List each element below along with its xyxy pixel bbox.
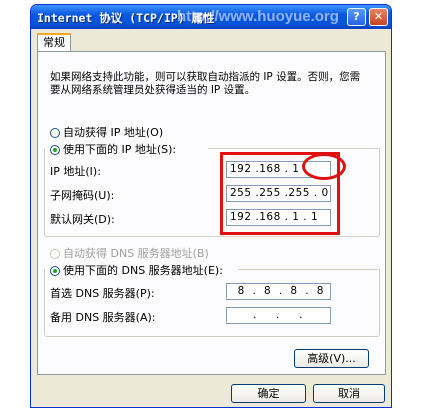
tcpip-properties-dialog: Internet 协议 (TCP/IP) 属性 http://www.huoyu…: [30, 4, 392, 408]
radio-ip-manual-label: 使用下面的 IP 地址(S):: [63, 143, 177, 156]
radio-dns-manual-label: 使用下面的 DNS 服务器地址(E):: [63, 264, 223, 277]
tab-general[interactable]: 常规: [37, 33, 71, 52]
alternate-dns-label: 备用 DNS 服务器(A):: [50, 311, 156, 324]
radio-ip-auto-label: 自动获得 IP 地址(O): [63, 126, 164, 139]
title-bar[interactable]: Internet 协议 (TCP/IP) 属性 http://www.huoyu…: [31, 5, 391, 29]
preferred-dns-label: 首选 DNS 服务器(P):: [50, 287, 155, 300]
close-button[interactable]: ✕: [369, 8, 388, 26]
subnet-mask-label: 子网掩码(U):: [50, 189, 115, 202]
watermark-text: http://www.huoyue.org: [177, 8, 339, 25]
red-highlight-circle: [302, 153, 346, 180]
alternate-dns-field[interactable]: . . .: [226, 307, 331, 324]
ok-button[interactable]: 确定: [231, 384, 306, 403]
radio-ip-manual-dot[interactable]: [50, 145, 60, 155]
radio-dns-auto-label: 自动获得 DNS 服务器地址(B): [63, 247, 209, 260]
radio-dns-auto[interactable]: 自动获得 DNS 服务器地址(B): [50, 245, 209, 261]
radio-dns-auto-dot[interactable]: [50, 249, 60, 259]
radio-dns-manual-dot[interactable]: [50, 266, 60, 276]
radio-ip-manual[interactable]: 使用下面的 IP 地址(S):: [50, 141, 181, 157]
cancel-button[interactable]: 取消: [313, 384, 385, 403]
radio-ip-auto-dot[interactable]: [50, 128, 60, 138]
ip-address-label: IP 地址(I):: [50, 165, 101, 178]
advanced-button[interactable]: 高级(V)...: [294, 349, 369, 368]
radio-ip-auto[interactable]: 自动获得 IP 地址(O): [50, 124, 163, 140]
help-button[interactable]: ?: [347, 8, 366, 26]
preferred-dns-field[interactable]: 8 . 8 . 8 . 8: [226, 283, 331, 300]
intro-text: 如果网络支持此功能，则可以获取自动指派的 IP 设置。否则，您需要从网络系统管理…: [50, 71, 361, 96]
radio-dns-manual[interactable]: 使用下面的 DNS 服务器地址(E):: [50, 262, 227, 278]
default-gateway-label: 默认网关(D):: [50, 213, 115, 226]
general-tab-panel: 如果网络支持此功能，则可以获取自动指派的 IP 设置。否则，您需要从网络系统管理…: [37, 51, 386, 375]
dns-group-frame: [44, 269, 380, 337]
